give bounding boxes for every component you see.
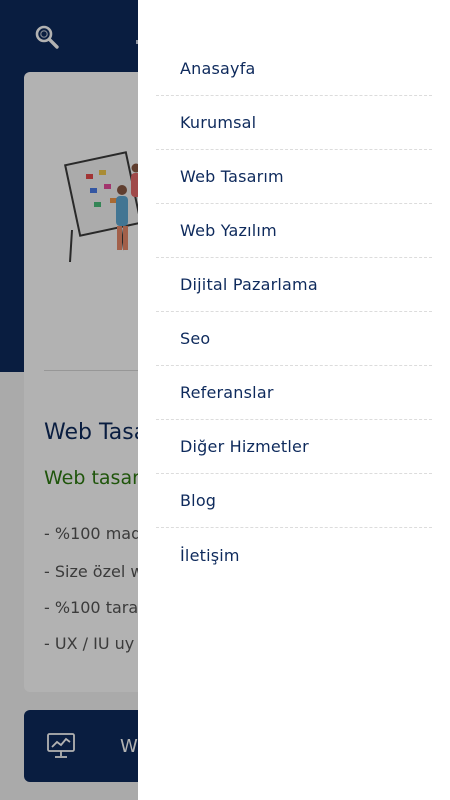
menu-item-label: Kurumsal	[180, 113, 257, 132]
menu-item-blog[interactable]: Blog	[156, 474, 432, 528]
menu-item-label: Dijital Pazarlama	[180, 275, 318, 294]
menu-item-referanslar[interactable]: Referanslar	[156, 366, 432, 420]
drawer-menu: Anasayfa Kurumsal Web Tasarım Web Yazılı…	[156, 42, 432, 582]
menu-item-diger-hizmetler[interactable]: Diğer Hizmetler	[156, 420, 432, 474]
menu-item-label: Anasayfa	[180, 59, 256, 78]
menu-item-label: Blog	[180, 491, 217, 510]
menu-item-kurumsal[interactable]: Kurumsal	[156, 96, 432, 150]
menu-item-iletisim[interactable]: İletişim	[156, 528, 432, 582]
menu-item-web-yazilim[interactable]: Web Yazılım	[156, 204, 432, 258]
menu-item-label: Referanslar	[180, 383, 274, 402]
menu-item-label: Web Yazılım	[180, 221, 277, 240]
menu-item-dijital-pazarlama[interactable]: Dijital Pazarlama	[156, 258, 432, 312]
menu-item-anasayfa[interactable]: Anasayfa	[156, 42, 432, 96]
menu-item-web-tasarim[interactable]: Web Tasarım	[156, 150, 432, 204]
menu-item-label: Diğer Hizmetler	[180, 437, 309, 456]
menu-item-seo[interactable]: Seo	[156, 312, 432, 366]
menu-item-label: İletişim	[180, 545, 240, 565]
menu-item-label: Web Tasarım	[180, 167, 284, 186]
menu-item-label: Seo	[180, 329, 211, 348]
nav-drawer: Anasayfa Kurumsal Web Tasarım Web Yazılı…	[138, 0, 450, 800]
